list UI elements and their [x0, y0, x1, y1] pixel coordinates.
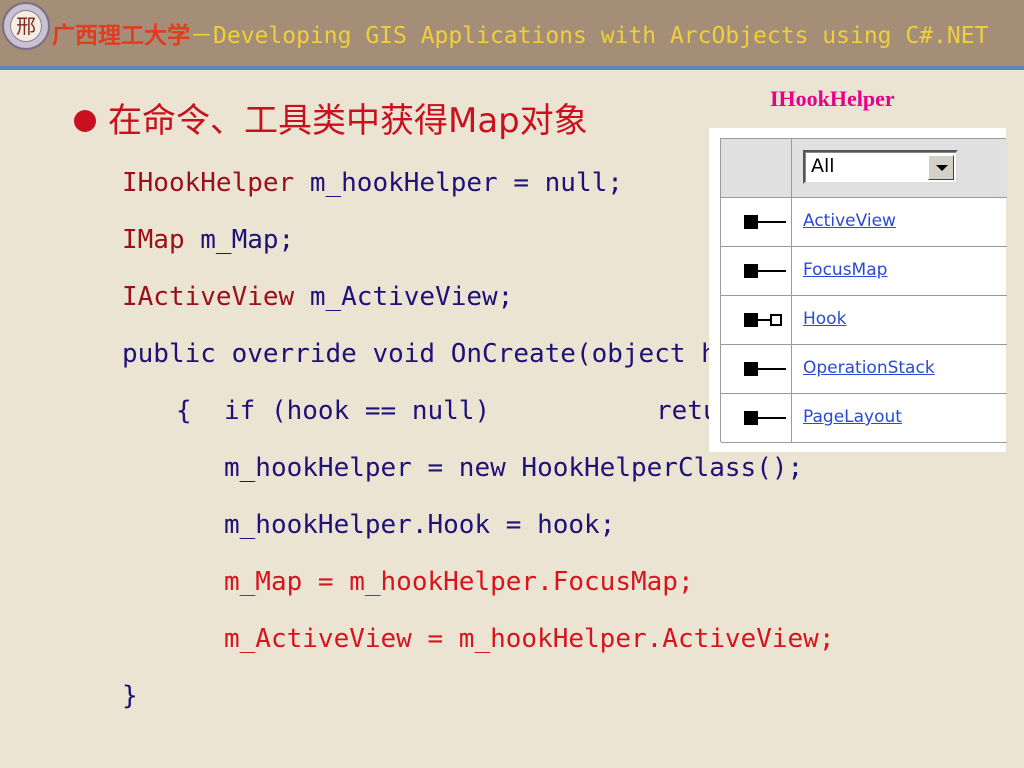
code-type: IMap: [122, 225, 201, 255]
university-logo: 邢: [2, 2, 50, 50]
code-type: IHookHelper: [122, 168, 310, 198]
code-line-5-brace: {: [176, 396, 192, 426]
filter-icon-cell: [721, 139, 792, 197]
property-grid: All ActiveView FocusMap Hook OperationSt…: [720, 138, 1007, 443]
property-row: Hook: [721, 296, 1007, 345]
filter-row: All: [721, 139, 1007, 198]
slide-header: 邢 广西理工大学－Developing GIS Applications wit…: [0, 0, 1024, 66]
code-rest: m_hookHelper = null;: [309, 168, 623, 198]
header-title: 广西理工大学－Developing GIS Applications with …: [52, 22, 988, 50]
read-only-property-icon: [744, 362, 788, 376]
header-title-sep: －: [190, 23, 213, 49]
property-link-pagelayout[interactable]: PageLayout: [803, 394, 902, 442]
property-icon-cell: [721, 198, 792, 246]
code-line-9: m_ActiveView = m_hookHelper.ActiveView;: [224, 624, 835, 654]
code-line-1: IHookHelper m_hookHelper = null;: [122, 166, 623, 200]
code-rest: m_Map;: [200, 225, 295, 255]
header-title-en: Developing GIS Applications with ArcObje…: [213, 23, 989, 49]
property-row: FocusMap: [721, 247, 1007, 296]
header-divider: [0, 66, 1024, 70]
property-icon-cell: [721, 247, 792, 295]
property-row: PageLayout: [721, 394, 1007, 443]
ihookhelper-property-panel: All ActiveView FocusMap Hook OperationSt…: [709, 128, 1007, 452]
code-type: IActiveView: [122, 282, 310, 312]
filter-dropdown-value: All: [811, 155, 835, 177]
property-row: ActiveView: [721, 198, 1007, 247]
property-icon-cell: [721, 296, 792, 344]
read-write-property-icon: [744, 313, 788, 327]
code-line-7: m_hookHelper.Hook = hook;: [224, 510, 616, 540]
filter-dropdown[interactable]: All: [803, 150, 958, 184]
code-line-3: IActiveView m_ActiveView;: [122, 280, 513, 314]
chevron-down-icon[interactable]: [928, 155, 954, 180]
read-only-property-icon: [744, 264, 788, 278]
ihookhelper-label: IHookHelper: [770, 86, 895, 111]
property-link-activeview[interactable]: ActiveView: [803, 198, 896, 246]
property-icon-cell: [721, 345, 792, 393]
code-line-4: public override void OnCreate(object hoo…: [122, 339, 780, 369]
property-link-focusmap[interactable]: FocusMap: [803, 247, 887, 295]
logo-seal: 邢: [10, 10, 42, 42]
property-link-operationstack[interactable]: OperationStack: [803, 345, 935, 393]
code-rest: m_ActiveView;: [309, 282, 514, 312]
read-only-property-icon: [744, 215, 788, 229]
code-line-10: }: [122, 681, 138, 711]
bullet-dot-icon: [74, 110, 96, 132]
code-line-8: m_Map = m_hookHelper.FocusMap;: [224, 567, 694, 597]
property-icon-cell: [721, 394, 792, 442]
header-title-cn: 广西理工大学: [52, 23, 190, 49]
code-line-5-if: if (hook == null): [224, 396, 491, 426]
read-only-property-icon: [744, 411, 788, 425]
code-line-2: IMap m_Map;: [122, 223, 294, 257]
property-link-hook[interactable]: Hook: [803, 296, 846, 344]
code-line-6: m_hookHelper = new HookHelperClass();: [224, 453, 804, 483]
property-row: OperationStack: [721, 345, 1007, 394]
bullet-text: 在命令、工具类中获得Map对象: [108, 101, 588, 141]
